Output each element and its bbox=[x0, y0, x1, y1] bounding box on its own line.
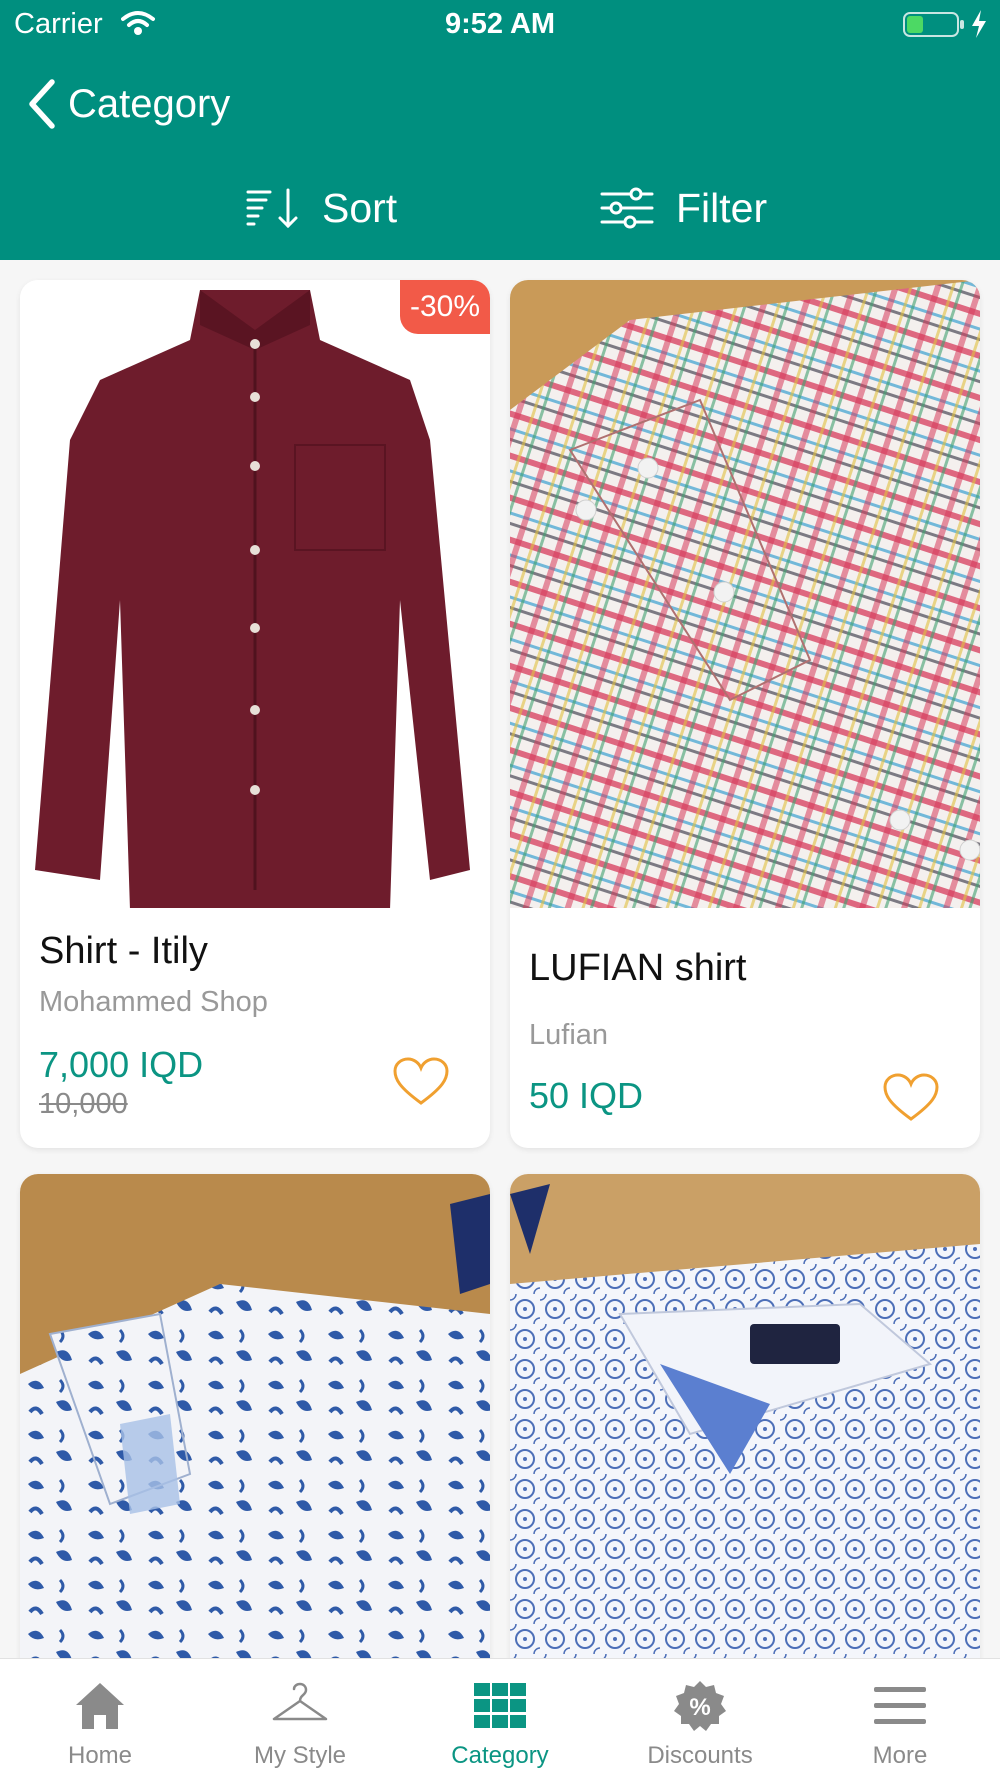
page-title: Category bbox=[68, 81, 231, 126]
charging-icon bbox=[972, 10, 986, 38]
grid-icon bbox=[474, 1683, 526, 1728]
tab-my-style[interactable]: My Style bbox=[200, 1659, 400, 1778]
product-image bbox=[20, 280, 490, 908]
product-card[interactable] bbox=[20, 1174, 490, 1734]
sort-label: Sort bbox=[322, 184, 398, 231]
filter-button[interactable]: Filter bbox=[600, 178, 767, 238]
product-card[interactable]: LUFIAN shirt Lufian 50 IQD bbox=[510, 280, 980, 1148]
status-bar: Carrier 9:52 AM bbox=[0, 0, 1000, 52]
app-header: Carrier 9:52 AM Category Sort Filter bbox=[0, 0, 1000, 260]
tab-category[interactable]: Category bbox=[400, 1659, 600, 1778]
product-price: 7,000 IQD bbox=[39, 1044, 204, 1085]
tab-discounts-label: Discounts bbox=[647, 1742, 753, 1769]
product-title: Shirt - Itily bbox=[39, 930, 208, 972]
back-button[interactable]: Category bbox=[26, 76, 230, 132]
product-shop: Lufian bbox=[529, 1019, 609, 1051]
chevron-left-icon bbox=[29, 79, 55, 129]
tab-discounts[interactable]: % Discounts bbox=[600, 1659, 800, 1778]
svg-text:%: % bbox=[689, 1694, 710, 1721]
sliders-icon bbox=[600, 187, 654, 229]
sort-button[interactable]: Sort bbox=[246, 178, 397, 238]
battery-icon bbox=[903, 12, 964, 37]
tab-home-label: Home bbox=[67, 1742, 133, 1769]
heart-icon[interactable] bbox=[393, 1057, 449, 1107]
product-shop: Mohammed Shop bbox=[39, 986, 268, 1018]
menu-icon bbox=[874, 1687, 926, 1724]
product-price: 50 IQD bbox=[529, 1075, 644, 1116]
product-card[interactable]: -30% Shirt - Itily Mohammed Shop 7,000 I… bbox=[20, 280, 490, 1148]
hanger-icon bbox=[272, 1682, 328, 1721]
tab-category-label: Category bbox=[451, 1742, 549, 1769]
tab-more[interactable]: More bbox=[800, 1659, 1000, 1778]
product-image bbox=[510, 1174, 980, 1734]
discount-badge: -30% bbox=[399, 280, 490, 334]
product-image bbox=[20, 1174, 490, 1734]
tab-more-label: More bbox=[872, 1742, 928, 1769]
discount-badge-icon: % bbox=[674, 1681, 726, 1731]
sort-filter-bar: Sort Filter bbox=[0, 178, 1000, 238]
product-old-price: 10,000 bbox=[39, 1088, 128, 1120]
sort-icon bbox=[246, 188, 298, 229]
bottom-tab-bar: Home My Style Category % Discounts More bbox=[0, 1658, 1000, 1778]
product-title: LUFIAN shirt bbox=[529, 947, 747, 989]
product-image bbox=[510, 280, 980, 908]
heart-icon[interactable] bbox=[883, 1073, 939, 1123]
tab-my-style-label: My Style bbox=[253, 1742, 346, 1769]
filter-label: Filter bbox=[676, 184, 768, 231]
nav-bar: Category bbox=[0, 68, 1000, 138]
home-icon bbox=[76, 1683, 124, 1729]
tab-home[interactable]: Home bbox=[0, 1659, 200, 1778]
product-card[interactable] bbox=[510, 1174, 980, 1734]
status-time: 9:52 AM bbox=[444, 8, 556, 40]
